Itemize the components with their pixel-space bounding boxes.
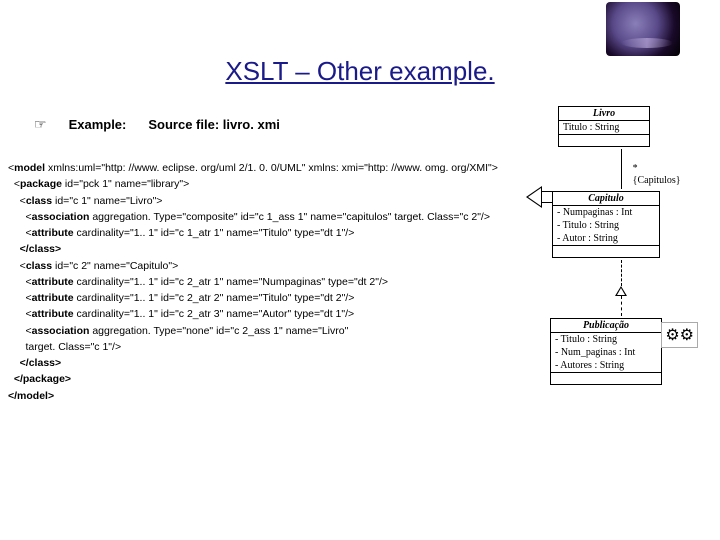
pointing-hand-icon: ☞: [34, 116, 47, 133]
uml-generalization: [548, 258, 694, 318]
gears-icon: ⚙⚙: [661, 322, 698, 348]
uml-class-publicacao: Publicação - Titulo : String - Num_pagin…: [550, 318, 662, 385]
uml-attr: Titulo : String: [559, 121, 649, 134]
uml-ops-empty: [551, 372, 661, 384]
uml-class-capitulo: Capitulo - Numpaginas : Int - Titulo : S…: [552, 191, 660, 258]
uml-association: * {Capitulos}: [548, 147, 694, 191]
uml-ops-empty: [553, 245, 659, 257]
example-row: ☞ Example: Source file: livro. xmi: [34, 116, 280, 133]
uml-ops-empty: [559, 134, 649, 146]
triangle-up-icon: [615, 286, 627, 296]
xml-source-block: <model xmlns:uml="http: //www. eclipse. …: [8, 160, 528, 404]
uml-mult: *: [633, 163, 638, 174]
example-label: Example:: [69, 117, 127, 132]
uml-class-title: Capitulo: [553, 192, 659, 206]
uml-attr: - Titulo : String: [551, 333, 661, 346]
corner-planet-image: [606, 2, 680, 56]
uml-attr: - Num_paginas : Int: [551, 346, 661, 359]
uml-class-title: Livro: [559, 107, 649, 121]
slide-title: XSLT – Other example.: [0, 56, 720, 87]
uml-attr: - Titulo : String: [553, 219, 659, 232]
uml-attr: - Numpaginas : Int: [553, 206, 659, 219]
source-file-label: Source file: livro. xmi: [148, 117, 280, 132]
uml-role: {Capitulos}: [633, 175, 681, 186]
uml-class-livro: Livro Titulo : String: [558, 106, 650, 147]
uml-attr: - Autores : String: [551, 359, 661, 372]
uml-attr: - Autor : String: [553, 232, 659, 245]
uml-class-title: Publicação: [551, 319, 661, 333]
